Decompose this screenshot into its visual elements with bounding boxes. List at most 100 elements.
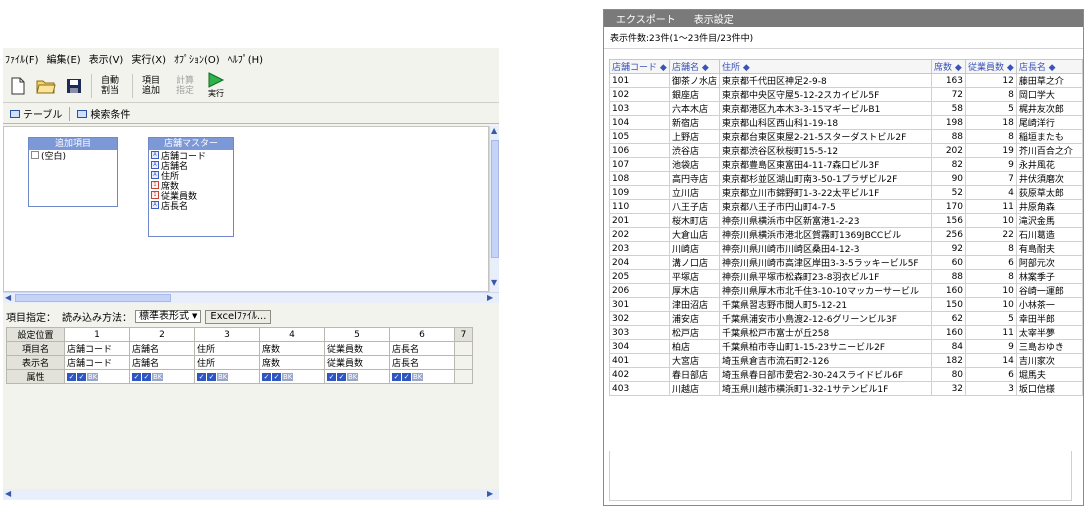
tab-table[interactable]: テーブル — [7, 105, 65, 122]
auto-split-button[interactable]: 自動割当 — [98, 76, 122, 96]
table-canvas[interactable]: 追加項目 (空白) 店舗マスター A 店舗コード A 店舗名 A 住所 1 席数 1 従業… — [3, 126, 489, 292]
table-row[interactable]: 105 上野店 東京都台東区東屋2-21-5スターダストビル2F 88 8 稲垣またも — [609, 129, 1083, 144]
grid-cell[interactable]: 従業員数 — [324, 355, 390, 370]
attr-cell[interactable]: ✓ ✓ BK — [64, 369, 130, 384]
menu-options[interactable]: ｵﾌﾟｼｮﾝ(O) — [174, 51, 220, 66]
grid-horizontal-scrollbar[interactable]: ◀ ▶ — [3, 489, 499, 499]
attr-flag[interactable]: BK — [347, 372, 359, 381]
attr-flag[interactable]: BK — [282, 372, 294, 381]
table-row[interactable]: 108 高円寺店 東京都杉並区湖山町南3-50-1プラザビル2F 90 7 井伏須磨次 — [609, 171, 1083, 186]
grid-cell[interactable]: 店舗コード — [64, 355, 130, 370]
table-row[interactable]: 110 八王子店 東京都八王子市円山町4-7-5 170 11 井原角森 — [609, 199, 1083, 214]
grid-cell[interactable]: 店舗名 — [129, 341, 195, 356]
table-row[interactable]: 302 浦安店 千葉県浦安市小鳥渡2-12-6グリーンビル3F 62 5 幸田半郎 — [609, 311, 1083, 326]
menu-file[interactable]: ﾌｧｲﾙ(F) — [5, 51, 39, 66]
table-row[interactable]: 102 銀座店 東京都中央区守屋5-12-2スカイビル5F 72 8 岡口学大 — [609, 87, 1083, 102]
check-icon[interactable]: ✓ — [197, 372, 206, 381]
grid-cell[interactable]: 席数 — [259, 355, 325, 370]
attr-cell[interactable]: ✓ ✓ BK — [194, 369, 260, 384]
check-icon[interactable]: ✓ — [402, 372, 411, 381]
grid-cell[interactable]: 従業員数 — [324, 341, 390, 356]
check-icon[interactable]: ✓ — [272, 372, 281, 381]
table-row[interactable]: 104 新宿店 東京都山科区西山科1-19-18 198 18 尾崎洋行 — [609, 115, 1083, 130]
table-row[interactable]: 401 大宮店 埼玉県倉吉市流石町2-126 182 14 吉川家次 — [609, 353, 1083, 368]
scroll-left-icon[interactable]: ◀ — [5, 293, 11, 302]
table-row[interactable]: 103 六本木店 東京都港区九本木3-3-15マギービルB1 58 5 梶井友次郎 — [609, 101, 1083, 116]
check-icon[interactable]: ✓ — [337, 372, 346, 381]
column-header-store-name[interactable]: 店舗名 ◆ — [668, 59, 721, 74]
scroll-right-icon[interactable]: ▶ — [487, 489, 493, 498]
menu-view[interactable]: 表示(V) — [89, 51, 124, 66]
scroll-thumb[interactable] — [15, 294, 171, 302]
export-menu[interactable]: エクスポート — [616, 11, 676, 26]
table-row[interactable]: 107 池袋店 東京都豊島区東富田4-11-7森口ビル3F 82 9 永井風花 — [609, 157, 1083, 172]
grid-cell[interactable]: 住所 — [194, 341, 260, 356]
attr-cell[interactable]: ✓ ✓ BK — [129, 369, 195, 384]
scroll-right-icon[interactable]: ▶ — [487, 293, 493, 302]
horizontal-scrollbar[interactable]: ◀ ▶ — [3, 292, 499, 303]
added-items-box[interactable]: 追加項目 (空白) — [28, 137, 118, 207]
table-row[interactable]: 303 松戸店 千葉県松戸市富士が丘258 160 11 太宰半夢 — [609, 325, 1083, 340]
scroll-thumb[interactable] — [491, 140, 499, 258]
table-row[interactable]: 201 桜木町店 神奈川県横浜市中区新富港1-2-23 156 10 滝沢金馬 — [609, 213, 1083, 228]
attr-cell[interactable]: ✓ ✓ BK — [324, 369, 390, 384]
column-header-store-code[interactable]: 店舗コード ◆ — [609, 59, 670, 74]
new-file-icon[interactable] — [7, 75, 29, 97]
table-row[interactable]: 202 大倉山店 神奈川県横浜市港北区賀霧町1369JBCCビル 256 22 石川葛造 — [609, 227, 1083, 242]
table-row[interactable]: 109 立川店 東京都立川市錦野町1-3-22太平ビル1F 52 4 荻原草太郎 — [609, 185, 1083, 200]
menu-help[interactable]: ﾍﾙﾌﾟ(H) — [228, 51, 263, 66]
table-row[interactable]: 206 厚木店 神奈川県厚木市北千住3-10-10マッカーサービル 160 10 谷崎一運… — [609, 283, 1083, 298]
grid-cell[interactable]: 住所 — [194, 355, 260, 370]
run-button[interactable]: 実行 — [207, 72, 225, 99]
scroll-down-icon[interactable]: ▼ — [491, 278, 497, 287]
scroll-up-icon[interactable]: ▲ — [491, 126, 497, 135]
grid-cell[interactable]: 席数 — [259, 341, 325, 356]
attr-cell[interactable]: ✓ ✓ BK — [259, 369, 325, 384]
column-header-manager[interactable]: 店長名 ◆ — [1015, 59, 1083, 74]
column-header-seats[interactable]: 席数 ◆ — [931, 59, 967, 74]
table-row[interactable]: 304 柏店 千葉県柏市寺山町1-15-23サニービル2F 84 9 三島おゆき — [609, 339, 1083, 354]
attr-flag[interactable]: BK — [152, 372, 164, 381]
tab-search-conditions[interactable]: 検索条件 — [74, 105, 133, 122]
table-row[interactable]: 301 津田沼店 千葉県習志野市間人町5-12-21 150 10 小林茶一 — [609, 297, 1083, 312]
vertical-scrollbar[interactable]: ▲ ▼ — [489, 126, 499, 292]
grid-cell[interactable] — [454, 355, 473, 370]
menu-edit[interactable]: 編集(E) — [47, 51, 81, 66]
attr-flag[interactable]: BK — [87, 372, 99, 381]
table-row[interactable]: 203 川崎店 神奈川県川崎市川崎区桑田4-12-3 92 8 有島耐夫 — [609, 241, 1083, 256]
check-icon[interactable]: ✓ — [327, 372, 336, 381]
check-icon[interactable]: ✓ — [207, 372, 216, 381]
grid-cell[interactable]: 店舗コード — [64, 341, 130, 356]
field-item[interactable]: (空白) — [29, 150, 117, 162]
check-icon[interactable]: ✓ — [142, 372, 151, 381]
attr-cell[interactable]: ✓ ✓ BK — [389, 369, 455, 384]
table-row[interactable]: 204 溝ノ口店 神奈川県川崎市高津区岸田3-3-5ラッキービル5F 60 6 阿部元次 — [609, 255, 1083, 270]
save-icon[interactable] — [63, 75, 85, 97]
check-icon[interactable]: ✓ — [132, 372, 141, 381]
attr-flag[interactable]: BK — [412, 372, 424, 381]
add-item-button[interactable]: 項目追加 — [139, 76, 163, 96]
table-row[interactable]: 205 平塚店 神奈川県平塚市松森町23-8羽衣ビル1F 88 8 林案季子 — [609, 269, 1083, 284]
display-settings-menu[interactable]: 表示設定 — [694, 11, 734, 26]
excel-file-button[interactable]: Excelﾌｧｲﾙ... — [205, 309, 272, 324]
grid-cell[interactable]: 店舗名 — [129, 355, 195, 370]
check-icon[interactable]: ✓ — [67, 372, 76, 381]
calc-spec-button[interactable]: 計算指定 — [173, 76, 197, 96]
attr-flag[interactable]: BK — [217, 372, 229, 381]
read-method-select[interactable]: 標準表形式 ▼ — [135, 310, 202, 323]
check-icon[interactable]: ✓ — [77, 372, 86, 381]
grid-cell[interactable]: 店長名 — [389, 355, 455, 370]
attr-cell[interactable] — [454, 369, 473, 384]
grid-cell[interactable] — [454, 341, 473, 356]
menu-execute[interactable]: 実行(X) — [131, 51, 166, 66]
check-icon[interactable]: ✓ — [262, 372, 271, 381]
store-master-box[interactable]: 店舗マスター A 店舗コード A 店舗名 A 住所 1 席数 1 従業員数 A 店長名 — [148, 137, 234, 237]
field-item[interactable]: A 店長名 — [149, 200, 233, 212]
table-row[interactable]: 402 春日部店 埼玉県春日部市愛宕2-30-24スライドビル6F 80 6 堀馬夫 — [609, 367, 1083, 382]
scroll-left-icon[interactable]: ◀ — [5, 489, 11, 498]
grid-cell[interactable]: 店長名 — [389, 341, 455, 356]
column-header-employees[interactable]: 従業員数 ◆ — [965, 59, 1017, 74]
check-icon[interactable]: ✓ — [392, 372, 401, 381]
table-row[interactable]: 403 川越店 埼玉県川越市横浜町1-32-1サテンビル1F 32 3 坂口信様 — [609, 381, 1083, 396]
open-folder-icon[interactable] — [35, 75, 57, 97]
